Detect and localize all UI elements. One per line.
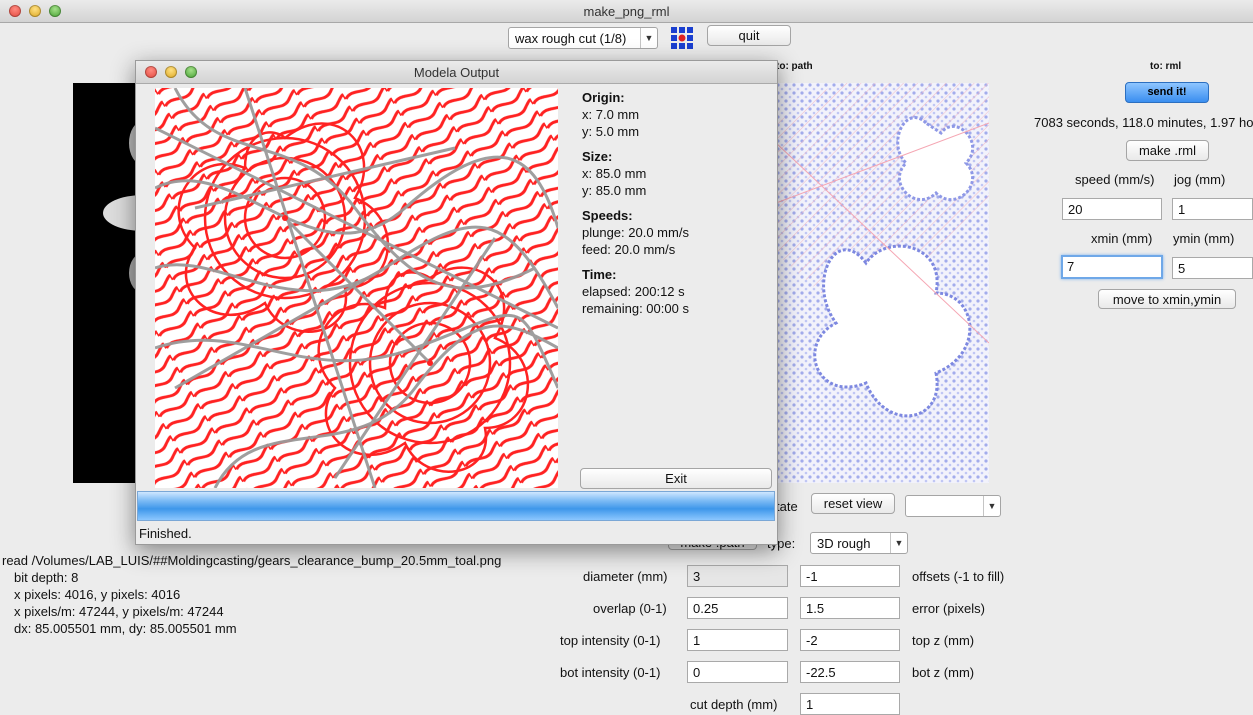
file-info: read /Volumes/LAB_LUIS/##Moldingcasting/… bbox=[2, 552, 501, 637]
ymin-label: ymin (mm) bbox=[1173, 231, 1235, 246]
dialog-title-bar: Modela Output bbox=[136, 61, 777, 84]
feed-speed: feed: 20.0 mm/s bbox=[582, 242, 676, 257]
exit-button[interactable]: Exit bbox=[580, 468, 772, 489]
size-title: Size: bbox=[582, 149, 613, 164]
top-intensity-input[interactable]: 1 bbox=[687, 629, 788, 651]
offsets-input[interactable]: -1 bbox=[800, 565, 900, 587]
view-select[interactable]: ▼ bbox=[905, 495, 1001, 517]
file-read-path: read /Volumes/LAB_LUIS/##Moldingcasting/… bbox=[2, 553, 502, 568]
to-path-header: to: path bbox=[776, 61, 813, 72]
pixel-pitch: dx: 85.005501 mm, dy: 85.005501 mm bbox=[14, 621, 237, 636]
speed-label: speed (mm/s) bbox=[1075, 172, 1155, 187]
jog-input[interactable]: 1 bbox=[1172, 198, 1253, 220]
chevron-down-icon: ▼ bbox=[890, 533, 907, 553]
overlap-input[interactable]: 0.25 bbox=[687, 597, 788, 619]
bit-depth: bit depth: 8 bbox=[14, 570, 79, 585]
ymin-input[interactable]: 5 bbox=[1172, 257, 1253, 279]
mode-select-value: wax rough cut (1/8) bbox=[515, 31, 627, 46]
bot-intensity-label: bot intensity (0-1) bbox=[560, 665, 661, 680]
origin-title: Origin: bbox=[582, 90, 625, 105]
progress-bar bbox=[137, 491, 775, 521]
error-label: error (pixels) bbox=[912, 601, 985, 616]
diameter-input[interactable]: 3 bbox=[687, 565, 788, 587]
dialog-title: Modela Output bbox=[413, 65, 500, 80]
time-title: Time: bbox=[582, 267, 617, 282]
chevron-down-icon: ▼ bbox=[983, 496, 1000, 516]
job-info: Origin: x: 7.0 mm y: 5.0 mm Size: x: 85.… bbox=[582, 89, 689, 317]
reset-view-button[interactable]: reset view bbox=[811, 493, 895, 514]
remaining-time: remaining: 00:00 s bbox=[582, 301, 689, 316]
make-rml-button[interactable]: make .rml bbox=[1126, 140, 1209, 161]
xmin-input[interactable]: 7 bbox=[1061, 255, 1163, 279]
size-y: y: 85.0 mm bbox=[582, 183, 647, 198]
chevron-down-icon: ▼ bbox=[640, 28, 657, 48]
to-rml-header: to: rml bbox=[1150, 61, 1182, 72]
pixel-size: x pixels: 4016, y pixels: 4016 bbox=[14, 587, 181, 602]
status-text: Finished. bbox=[139, 526, 192, 541]
pixels-per-meter: x pixels/m: 47244, y pixels/m: 47244 bbox=[14, 604, 224, 619]
diameter-label: diameter (mm) bbox=[583, 569, 668, 584]
overlap-label: overlap (0-1) bbox=[593, 601, 667, 616]
plunge-speed: plunge: 20.0 mm/s bbox=[582, 225, 689, 240]
speeds-title: Speeds: bbox=[582, 208, 633, 223]
type-select[interactable]: 3D rough ▼ bbox=[810, 532, 908, 554]
top-z-input[interactable]: -2 bbox=[800, 629, 900, 651]
error-input[interactable]: 1.5 bbox=[800, 597, 900, 619]
rotate-label: tate bbox=[776, 499, 798, 514]
time-estimate: 7083 seconds, 118.0 minutes, 1.97 hours bbox=[1034, 115, 1253, 130]
main-title-bar: make_png_rml bbox=[0, 0, 1253, 23]
origin-y: y: 5.0 mm bbox=[582, 124, 640, 139]
xmin-label: xmin (mm) bbox=[1091, 231, 1153, 246]
mode-select[interactable]: wax rough cut (1/8) ▼ bbox=[508, 27, 658, 49]
window-title: make_png_rml bbox=[583, 4, 670, 19]
top-intensity-label: top intensity (0-1) bbox=[560, 633, 661, 648]
bot-z-label: bot z (mm) bbox=[912, 665, 975, 680]
origin-x: x: 7.0 mm bbox=[582, 107, 640, 122]
jog-label: jog (mm) bbox=[1174, 172, 1226, 187]
elapsed-time: elapsed: 200:12 s bbox=[582, 284, 685, 299]
source-image bbox=[73, 83, 143, 483]
cut-depth-input[interactable]: 1 bbox=[800, 693, 900, 715]
fab-logo-icon bbox=[671, 27, 693, 49]
type-select-value: 3D rough bbox=[817, 536, 871, 551]
top-z-label: top z (mm) bbox=[912, 633, 975, 648]
bot-intensity-input[interactable]: 0 bbox=[687, 661, 788, 683]
bot-z-input[interactable]: -22.5 bbox=[800, 661, 900, 683]
modela-output-dialog: Modela Output Origin: x: 7.0 mm y: 5.0 m… bbox=[135, 60, 778, 545]
toolpath-view[interactable] bbox=[776, 83, 989, 483]
quit-button[interactable]: quit bbox=[707, 25, 791, 46]
speed-input[interactable]: 20 bbox=[1062, 198, 1162, 220]
send-it-button[interactable]: send it! bbox=[1125, 82, 1209, 103]
offsets-label: offsets (-1 to fill) bbox=[912, 569, 1005, 584]
modela-toolpath-preview bbox=[155, 88, 558, 488]
size-x: x: 85.0 mm bbox=[582, 166, 647, 181]
move-to-xmin-ymin-button[interactable]: move to xmin,ymin bbox=[1098, 289, 1236, 309]
cut-depth-label: cut depth (mm) bbox=[690, 697, 778, 712]
